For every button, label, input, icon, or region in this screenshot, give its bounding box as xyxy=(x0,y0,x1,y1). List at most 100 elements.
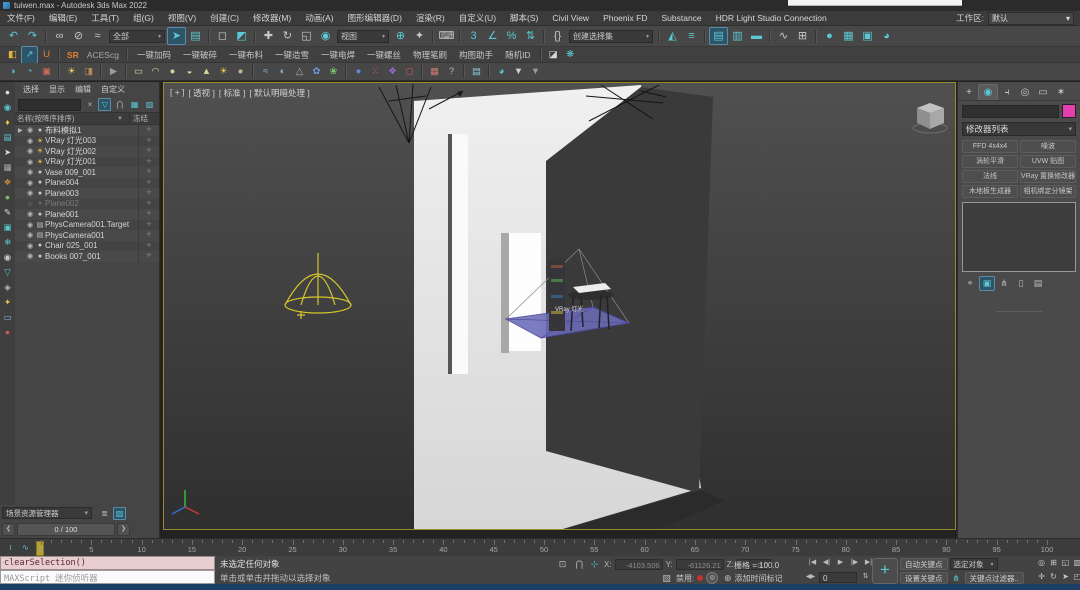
strip-monitor-icon[interactable]: ▤ xyxy=(0,130,15,145)
menu-item-6[interactable]: 修改器(M) xyxy=(246,12,298,24)
previous-frame-icon[interactable]: ◀| xyxy=(820,557,833,569)
select-object-icon[interactable]: ➤ xyxy=(167,27,186,45)
reference-coordinate-dropdown[interactable]: 视图▾ xyxy=(337,30,389,43)
menu-item-5[interactable]: 创建(C) xyxy=(203,12,246,24)
explorer-column-header[interactable]: 名称(按降序排序) ▼ 冻结 xyxy=(15,112,159,125)
frozen-toggle-icon[interactable]: ✛ xyxy=(138,220,159,231)
pan-icon[interactable]: ✛ xyxy=(1036,571,1047,583)
menu-item-14[interactable]: Substance xyxy=(654,13,708,23)
modifier-button[interactable]: 木地板生成器 xyxy=(962,185,1018,198)
snap-toggle-3d-icon[interactable]: 3 xyxy=(464,27,483,45)
strip-select-icon[interactable]: ● xyxy=(0,85,15,100)
sun-light-icon[interactable]: ☀ xyxy=(215,63,232,81)
key-selection-dropdown[interactable]: 选定对象 ▾ xyxy=(950,558,998,570)
object-name[interactable]: PhysCamera001.Target xyxy=(45,220,138,229)
gear-purple-icon[interactable]: ❖ xyxy=(384,63,401,81)
modifier-list-dropdown[interactable]: 修改器列表 ▾ xyxy=(962,122,1076,136)
menu-item-11[interactable]: 脚本(S) xyxy=(503,12,545,24)
explorer-row[interactable]: ◉☀VRay 灯光003✛ xyxy=(15,136,159,147)
orbit-icon[interactable]: ↻ xyxy=(1048,571,1059,583)
visibility-eye-icon[interactable]: ◉ xyxy=(25,126,35,134)
object-name-field[interactable] xyxy=(962,105,1059,118)
redo-icon[interactable]: ↷ xyxy=(23,27,42,45)
frozen-toggle-icon[interactable]: ✛ xyxy=(138,136,159,147)
explorer-row[interactable]: ◉☀VRay 灯光001✛ xyxy=(15,157,159,168)
timeline-frame-number[interactable]: 85 xyxy=(892,545,900,554)
frozen-toggle-icon[interactable]: ✛ xyxy=(138,230,159,241)
leaf-icon[interactable]: ❀ xyxy=(325,63,342,81)
tab-create[interactable]: + xyxy=(960,85,978,100)
window-crossing-icon[interactable]: ◩ xyxy=(232,27,251,45)
lock-icon[interactable]: ⋂ xyxy=(113,98,126,111)
visibility-eye-icon[interactable]: ◉ xyxy=(25,189,35,197)
modifier-button[interactable]: 相机绑定分镜架 xyxy=(1020,185,1076,198)
explorer-row[interactable]: ◉●Plane001✛ xyxy=(15,209,159,220)
menu-item-10[interactable]: 自定义(U) xyxy=(452,12,503,24)
one-key-subdiv-button[interactable]: 一键加码 xyxy=(137,49,171,61)
teapot-primitive-icon[interactable]: ◒ xyxy=(181,63,198,81)
remove-modifier-icon[interactable]: ▯ xyxy=(1013,276,1029,291)
modifier-stack[interactable] xyxy=(962,202,1076,272)
track-wave-icon[interactable]: ∿ xyxy=(19,541,32,554)
blue-ball-icon[interactable]: ● xyxy=(350,63,367,81)
timeline-frame-number[interactable]: 0 xyxy=(39,545,43,554)
u-plugin-icon[interactable]: U xyxy=(38,46,55,64)
explorer-row[interactable]: ◉●Plane003✛ xyxy=(15,188,159,199)
vray-sphere-icon[interactable]: ◔ xyxy=(21,63,38,81)
key-mode-toggle-icon[interactable]: ◀▶ xyxy=(804,571,817,583)
one-key-weld-button[interactable]: 一键电焊 xyxy=(321,49,355,61)
frozen-toggle-icon[interactable]: ✛ xyxy=(138,178,159,189)
explorer-row[interactable]: ◉●Chair 025_001✛ xyxy=(15,241,159,252)
frame-counter[interactable]: 0 / 100 xyxy=(17,523,115,536)
frozen-column-header[interactable]: 冻结 xyxy=(129,113,157,124)
one-key-snow-button[interactable]: 一键造雪 xyxy=(275,49,309,61)
viewport-label-segment-3[interactable]: [ 默认明暗处理 ] xyxy=(249,87,309,99)
name-column-header[interactable]: 名称(按降序排序) xyxy=(17,113,117,124)
timeline-frame-number[interactable]: 95 xyxy=(993,545,1001,554)
add-time-tag[interactable]: 添加时间标记 xyxy=(735,573,783,584)
viewport-label-segment-1[interactable]: [ 透视 ] xyxy=(188,87,214,99)
timeline-frame-number[interactable]: 10 xyxy=(137,545,145,554)
one-key-cloth-button[interactable]: 一键布料 xyxy=(229,49,263,61)
frozen-toggle-icon[interactable]: ✛ xyxy=(138,188,159,199)
explorer-row[interactable]: ◉●Plane004✛ xyxy=(15,178,159,189)
menu-item-2[interactable]: 工具(T) xyxy=(84,12,126,24)
vray-teapot-icon[interactable]: ◑ xyxy=(4,63,21,81)
scene-explorer-combo[interactable]: 场景资源管理器 ▾ xyxy=(2,507,92,519)
strip-pencil-icon[interactable]: ✎ xyxy=(0,205,15,220)
viewport-label-segment-2[interactable]: [ 标准 ] xyxy=(219,87,245,99)
export-icon[interactable]: ↗ xyxy=(21,46,38,64)
menu-item-8[interactable]: 图形编辑器(D) xyxy=(341,12,409,24)
render-setup-icon[interactable]: ▦ xyxy=(839,27,858,45)
schematic-view-icon[interactable]: ⊞ xyxy=(793,27,812,45)
region-render-icon[interactable]: ◻ xyxy=(401,63,418,81)
toggle-scene-explorer-icon[interactable]: ▤ xyxy=(709,27,728,45)
timeline-frame-number[interactable]: 50 xyxy=(540,545,548,554)
curve-editor-icon[interactable]: ∿ xyxy=(774,27,793,45)
cone-primitive-icon[interactable]: ▲ xyxy=(198,63,215,81)
sphere-primitive-icon[interactable]: ● xyxy=(164,63,181,81)
strip-panel-icon[interactable]: ▣ xyxy=(0,220,15,235)
cloth-shirt-icon[interactable]: ▼ xyxy=(510,63,527,81)
menu-item-13[interactable]: Phoenix FD xyxy=(596,13,654,23)
timeline-frame-number[interactable]: 25 xyxy=(288,545,296,554)
strip-camera-icon[interactable]: ◉ xyxy=(0,100,15,115)
tab-utilities[interactable]: ✶ xyxy=(1052,85,1070,100)
one-key-screw-button[interactable]: 一键螺丝 xyxy=(367,49,401,61)
books-object[interactable] xyxy=(549,259,565,331)
object-color-swatch[interactable] xyxy=(1062,104,1076,118)
tripod-icon[interactable]: △ xyxy=(291,63,308,81)
dome-primitive-icon[interactable]: ◠ xyxy=(147,63,164,81)
strip-plane-icon[interactable]: ▭ xyxy=(0,310,15,325)
named-selection-sets-dropdown[interactable]: 创建选择集▾ xyxy=(569,30,653,43)
visibility-eye-icon[interactable]: ◉ xyxy=(25,231,35,239)
x-coordinate-field[interactable]: -4103.506 xyxy=(615,559,663,570)
select-and-manipulate-icon[interactable]: ✦ xyxy=(410,27,429,45)
sphere-teal-icon[interactable]: ◕ xyxy=(493,63,510,81)
render-production-icon[interactable]: ◕ xyxy=(877,27,896,45)
object-name[interactable]: Chair 025_001 xyxy=(45,241,138,250)
strip-mesh-icon[interactable]: ▦ xyxy=(0,160,15,175)
key-filters-button[interactable]: 关键点过滤器.. xyxy=(965,572,1024,584)
pin-stack-icon[interactable]: ⌖ xyxy=(962,276,978,291)
explorer-menu-1[interactable]: 显示 xyxy=(45,84,69,95)
